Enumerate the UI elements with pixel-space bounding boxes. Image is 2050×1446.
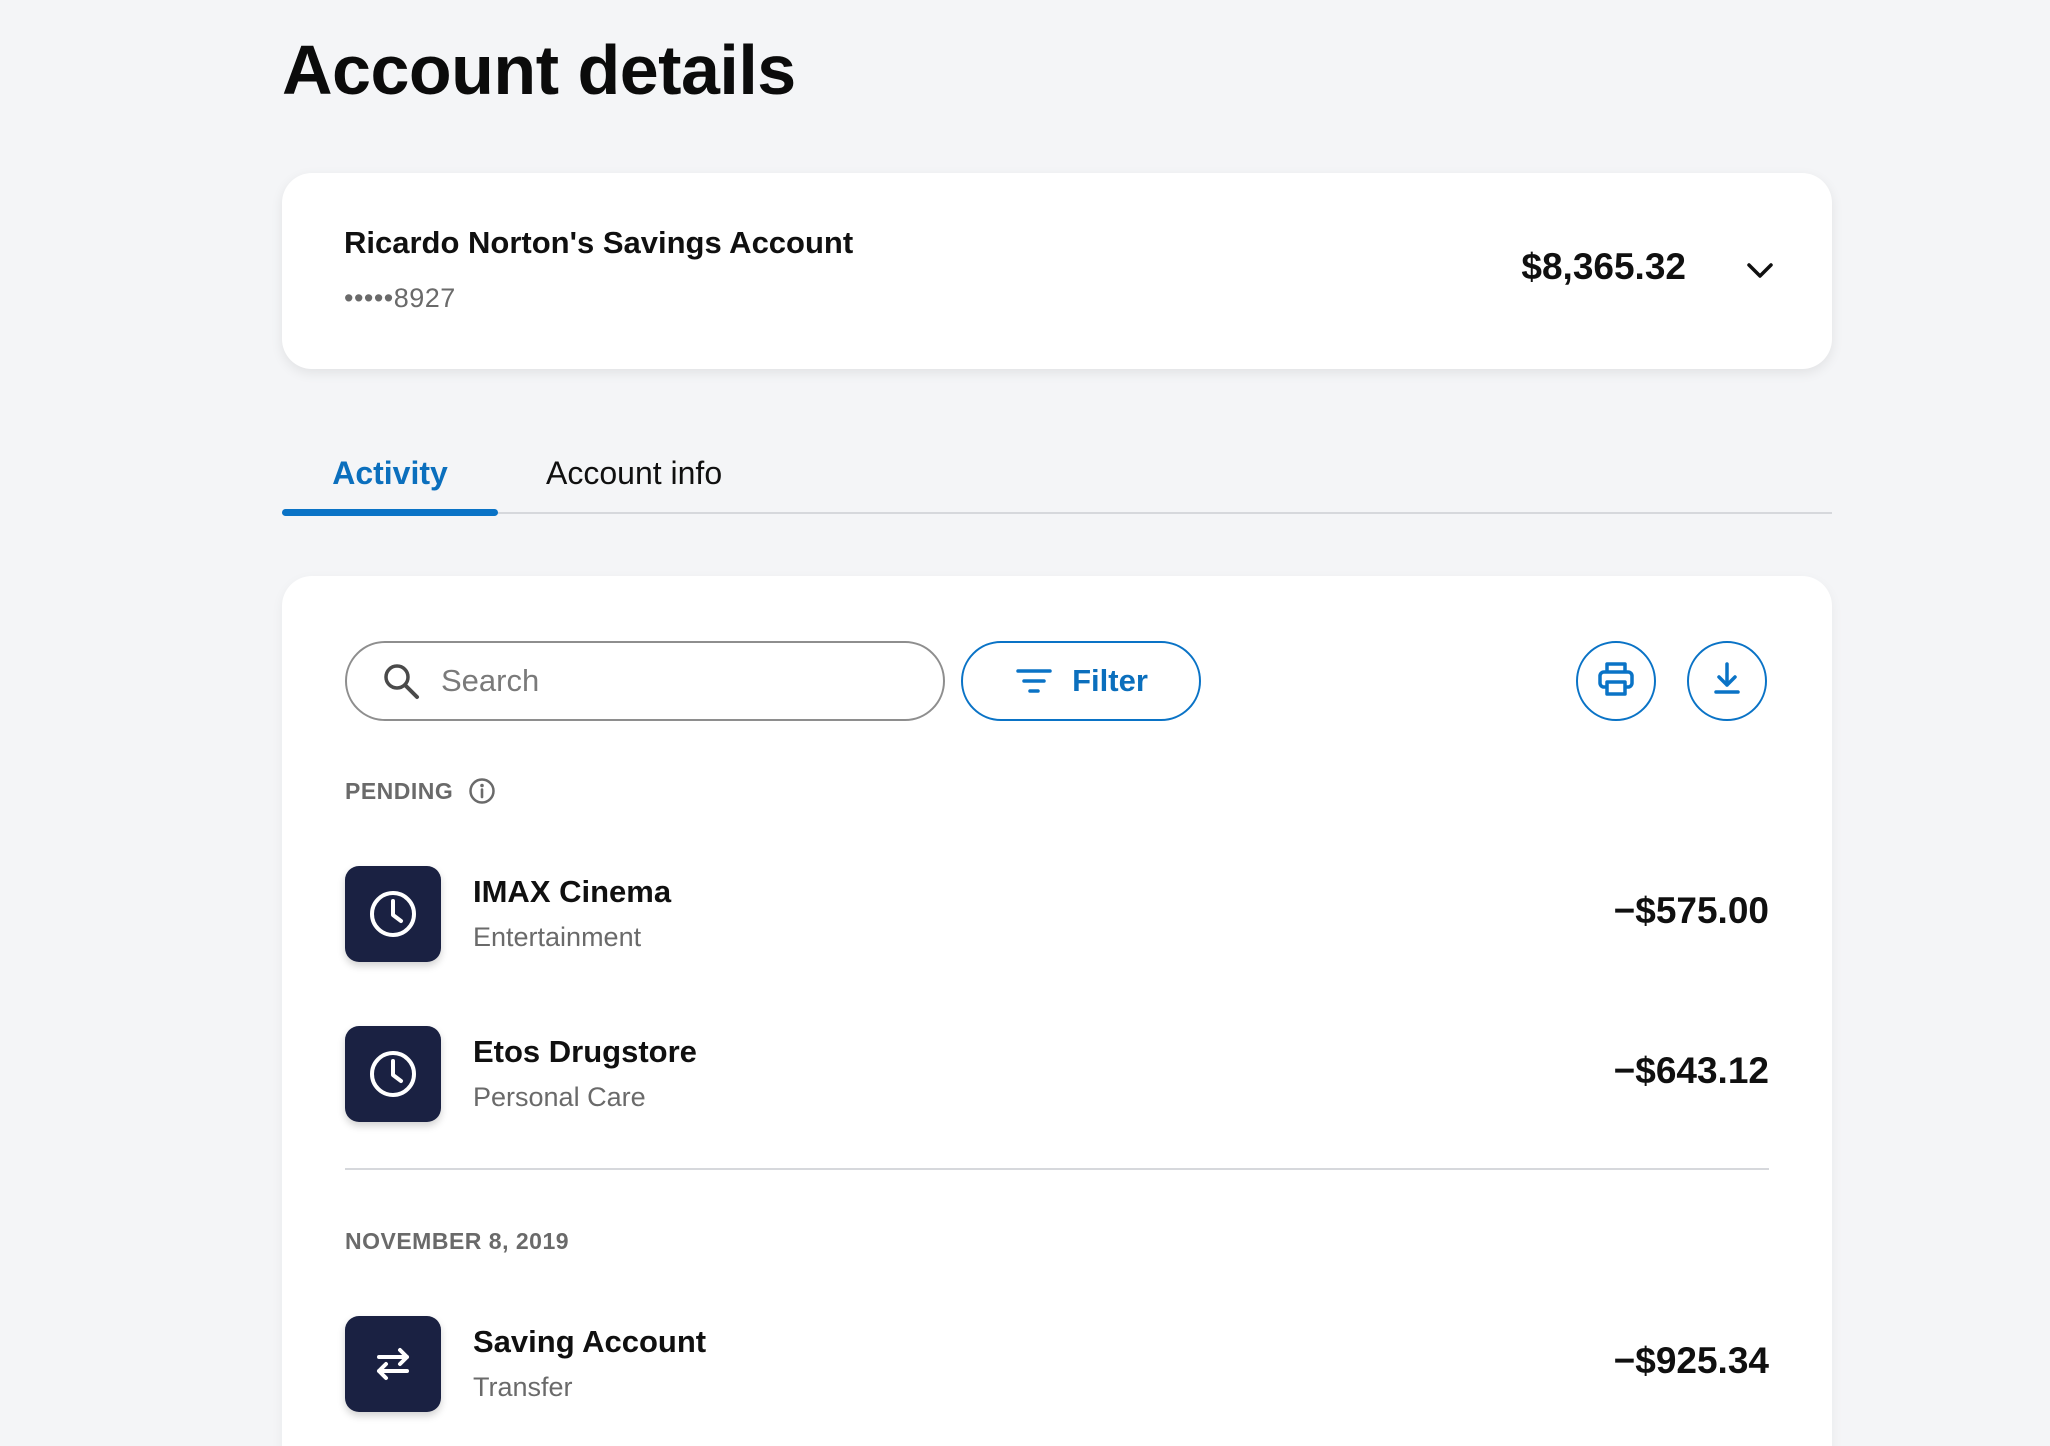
print-button[interactable] (1576, 641, 1656, 721)
activity-panel: Filter PENDING (282, 576, 1832, 1446)
download-button[interactable] (1687, 641, 1767, 721)
transaction-row[interactable]: IMAX Cinema Entertainment −$575.00 (345, 866, 1769, 962)
account-balance: $8,365.32 (1521, 246, 1686, 287)
filter-icon (1014, 661, 1054, 701)
section-label-pending: PENDING (345, 776, 497, 806)
section-divider (345, 1168, 1769, 1170)
account-summary-card[interactable]: Ricardo Norton's Savings Account •••••89… (282, 173, 1832, 369)
transaction-name: IMAX Cinema (473, 874, 672, 909)
page-title: Account details (282, 31, 796, 109)
download-icon (1707, 659, 1747, 704)
account-number: •••••8927 (344, 283, 456, 313)
account-details-page: Account details Ricardo Norton's Savings… (0, 0, 2050, 1446)
transaction-amount: −$643.12 (1613, 1050, 1769, 1091)
tab-account-info[interactable]: Account info (546, 440, 722, 514)
section-title: PENDING (345, 777, 454, 804)
tab-activity[interactable]: Activity (282, 440, 498, 516)
section-title: NOVEMBER 8, 2019 (345, 1228, 570, 1254)
filter-label: Filter (1072, 663, 1148, 698)
tab-bar: Activity Account info (282, 440, 1832, 516)
info-icon[interactable] (467, 776, 497, 806)
transaction-row[interactable]: Etos Drugstore Personal Care −$643.12 (345, 1026, 1769, 1122)
account-name: Ricardo Norton's Savings Account (344, 225, 854, 260)
transaction-name: Etos Drugstore (473, 1034, 697, 1069)
transaction-amount: −$575.00 (1613, 890, 1769, 931)
transaction-amount: −$925.34 (1613, 1340, 1769, 1381)
search-icon (381, 661, 421, 701)
chevron-down-icon[interactable] (1742, 253, 1778, 289)
transaction-name: Saving Account (473, 1324, 707, 1359)
transaction-category: Personal Care (473, 1082, 646, 1112)
search-box[interactable] (345, 641, 945, 721)
transaction-row[interactable]: Saving Account Transfer −$925.34 (345, 1316, 1769, 1412)
section-label-date: NOVEMBER 8, 2019 (345, 1228, 569, 1255)
clock-icon (345, 1026, 441, 1122)
transaction-category: Transfer (473, 1372, 573, 1402)
transaction-category: Entertainment (473, 922, 642, 952)
clock-icon (345, 866, 441, 962)
filter-button[interactable]: Filter (961, 641, 1201, 721)
search-input[interactable] (441, 663, 921, 699)
transfer-arrows-icon (345, 1316, 441, 1412)
print-icon (1595, 658, 1637, 705)
